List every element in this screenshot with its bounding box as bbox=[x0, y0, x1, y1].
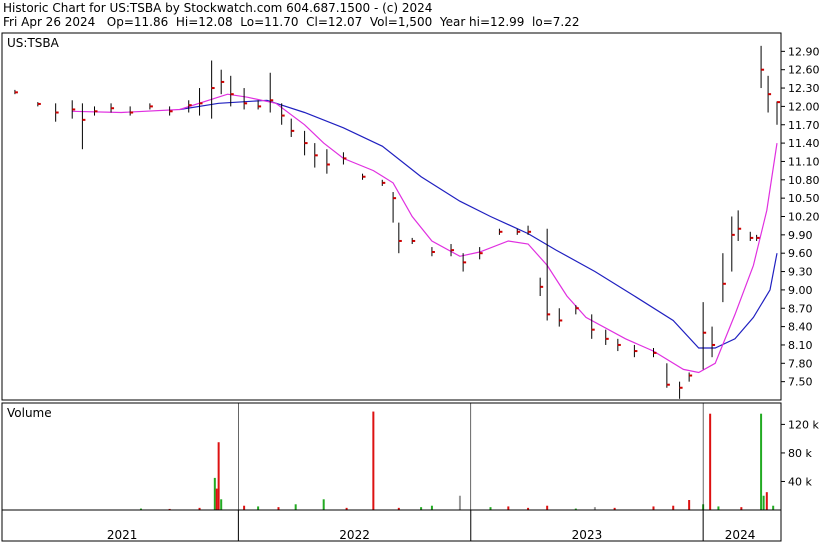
volume-bar bbox=[546, 505, 549, 510]
price-axis-label: 8.10 bbox=[788, 339, 813, 352]
volume-bar bbox=[257, 506, 260, 510]
volume-bar bbox=[652, 506, 655, 510]
volume-axis: 40 k 80 k 120 k bbox=[781, 418, 819, 488]
price-axis-label: 11.70 bbox=[788, 119, 820, 132]
volume-bar bbox=[672, 505, 675, 510]
price-axis-label: 9.00 bbox=[788, 284, 813, 297]
volume-bar bbox=[688, 500, 691, 510]
price-axis-label: 12.00 bbox=[788, 100, 820, 113]
volume-bar bbox=[430, 505, 433, 510]
volume-bar bbox=[772, 505, 775, 510]
volume-bar bbox=[717, 506, 720, 510]
volume-bar bbox=[372, 411, 375, 510]
volume-axis-label: 40 k bbox=[788, 475, 812, 488]
volume-bar bbox=[765, 492, 768, 510]
volume-bar bbox=[458, 495, 461, 510]
volume-axis-label: 80 k bbox=[788, 447, 812, 460]
year-label: 2024 bbox=[725, 528, 756, 542]
volume-bars bbox=[139, 411, 775, 510]
volume-bar bbox=[709, 413, 712, 510]
price-axis-label: 8.40 bbox=[788, 321, 813, 334]
price-axis-label: 9.60 bbox=[788, 247, 813, 260]
price-bars bbox=[14, 45, 780, 399]
volume-panel-title: Volume bbox=[7, 406, 52, 420]
price-axis-label: 10.20 bbox=[788, 211, 820, 224]
ma-long-line bbox=[179, 99, 778, 349]
volume-panel-frame bbox=[1, 402, 782, 511]
volume-bar bbox=[213, 477, 216, 510]
price-axis-label: 7.50 bbox=[788, 376, 813, 389]
volume-bar bbox=[243, 505, 246, 510]
price-axis: 7.50 7.80 8.10 8.40 8.70 9.00 9.30 9.60 9.90 10.2… bbox=[781, 45, 820, 389]
chart-page: Historic Chart for US:TSBA by Stockwatch… bbox=[0, 0, 830, 543]
price-axis-label: 9.90 bbox=[788, 229, 813, 242]
price-axis-label: 11.10 bbox=[788, 155, 820, 168]
price-axis-label: 11.40 bbox=[788, 137, 820, 150]
price-axis-label: 10.50 bbox=[788, 192, 820, 205]
price-axis-label: 12.30 bbox=[788, 82, 820, 95]
year-label: 2022 bbox=[339, 528, 370, 542]
ma-long-layer bbox=[179, 99, 778, 349]
volume-bar bbox=[760, 413, 763, 510]
stock-chart: US:TSBA 7.50 7.80 8.10 8.40 8.70 9.00 9.30 9.60… bbox=[1, 32, 820, 542]
year-label: 2021 bbox=[107, 528, 138, 542]
ma-short-layer bbox=[72, 93, 778, 374]
volume-bar bbox=[762, 495, 765, 510]
volume-axis-label: 120 k bbox=[788, 418, 819, 431]
price-axis-label: 10.80 bbox=[788, 174, 820, 187]
year-label: 2023 bbox=[572, 528, 603, 542]
volume-bar bbox=[217, 442, 220, 510]
price-axis-label: 12.60 bbox=[788, 64, 820, 77]
price-axis-label: 9.30 bbox=[788, 266, 813, 279]
price-panel-frame bbox=[1, 32, 782, 401]
volume-bar bbox=[215, 488, 218, 510]
time-axis: 2021 2022 2023 2024 bbox=[107, 403, 755, 542]
ma-short-line bbox=[72, 93, 778, 374]
volume-bar bbox=[322, 499, 325, 510]
price-axis-label: 7.80 bbox=[788, 357, 813, 370]
volume-bar bbox=[507, 506, 510, 510]
price-axis-label: 8.70 bbox=[788, 302, 813, 315]
volume-bar bbox=[220, 499, 223, 510]
price-panel-symbol: US:TSBA bbox=[7, 36, 60, 50]
price-axis-label: 12.90 bbox=[788, 45, 820, 58]
volume-bar bbox=[294, 504, 297, 510]
